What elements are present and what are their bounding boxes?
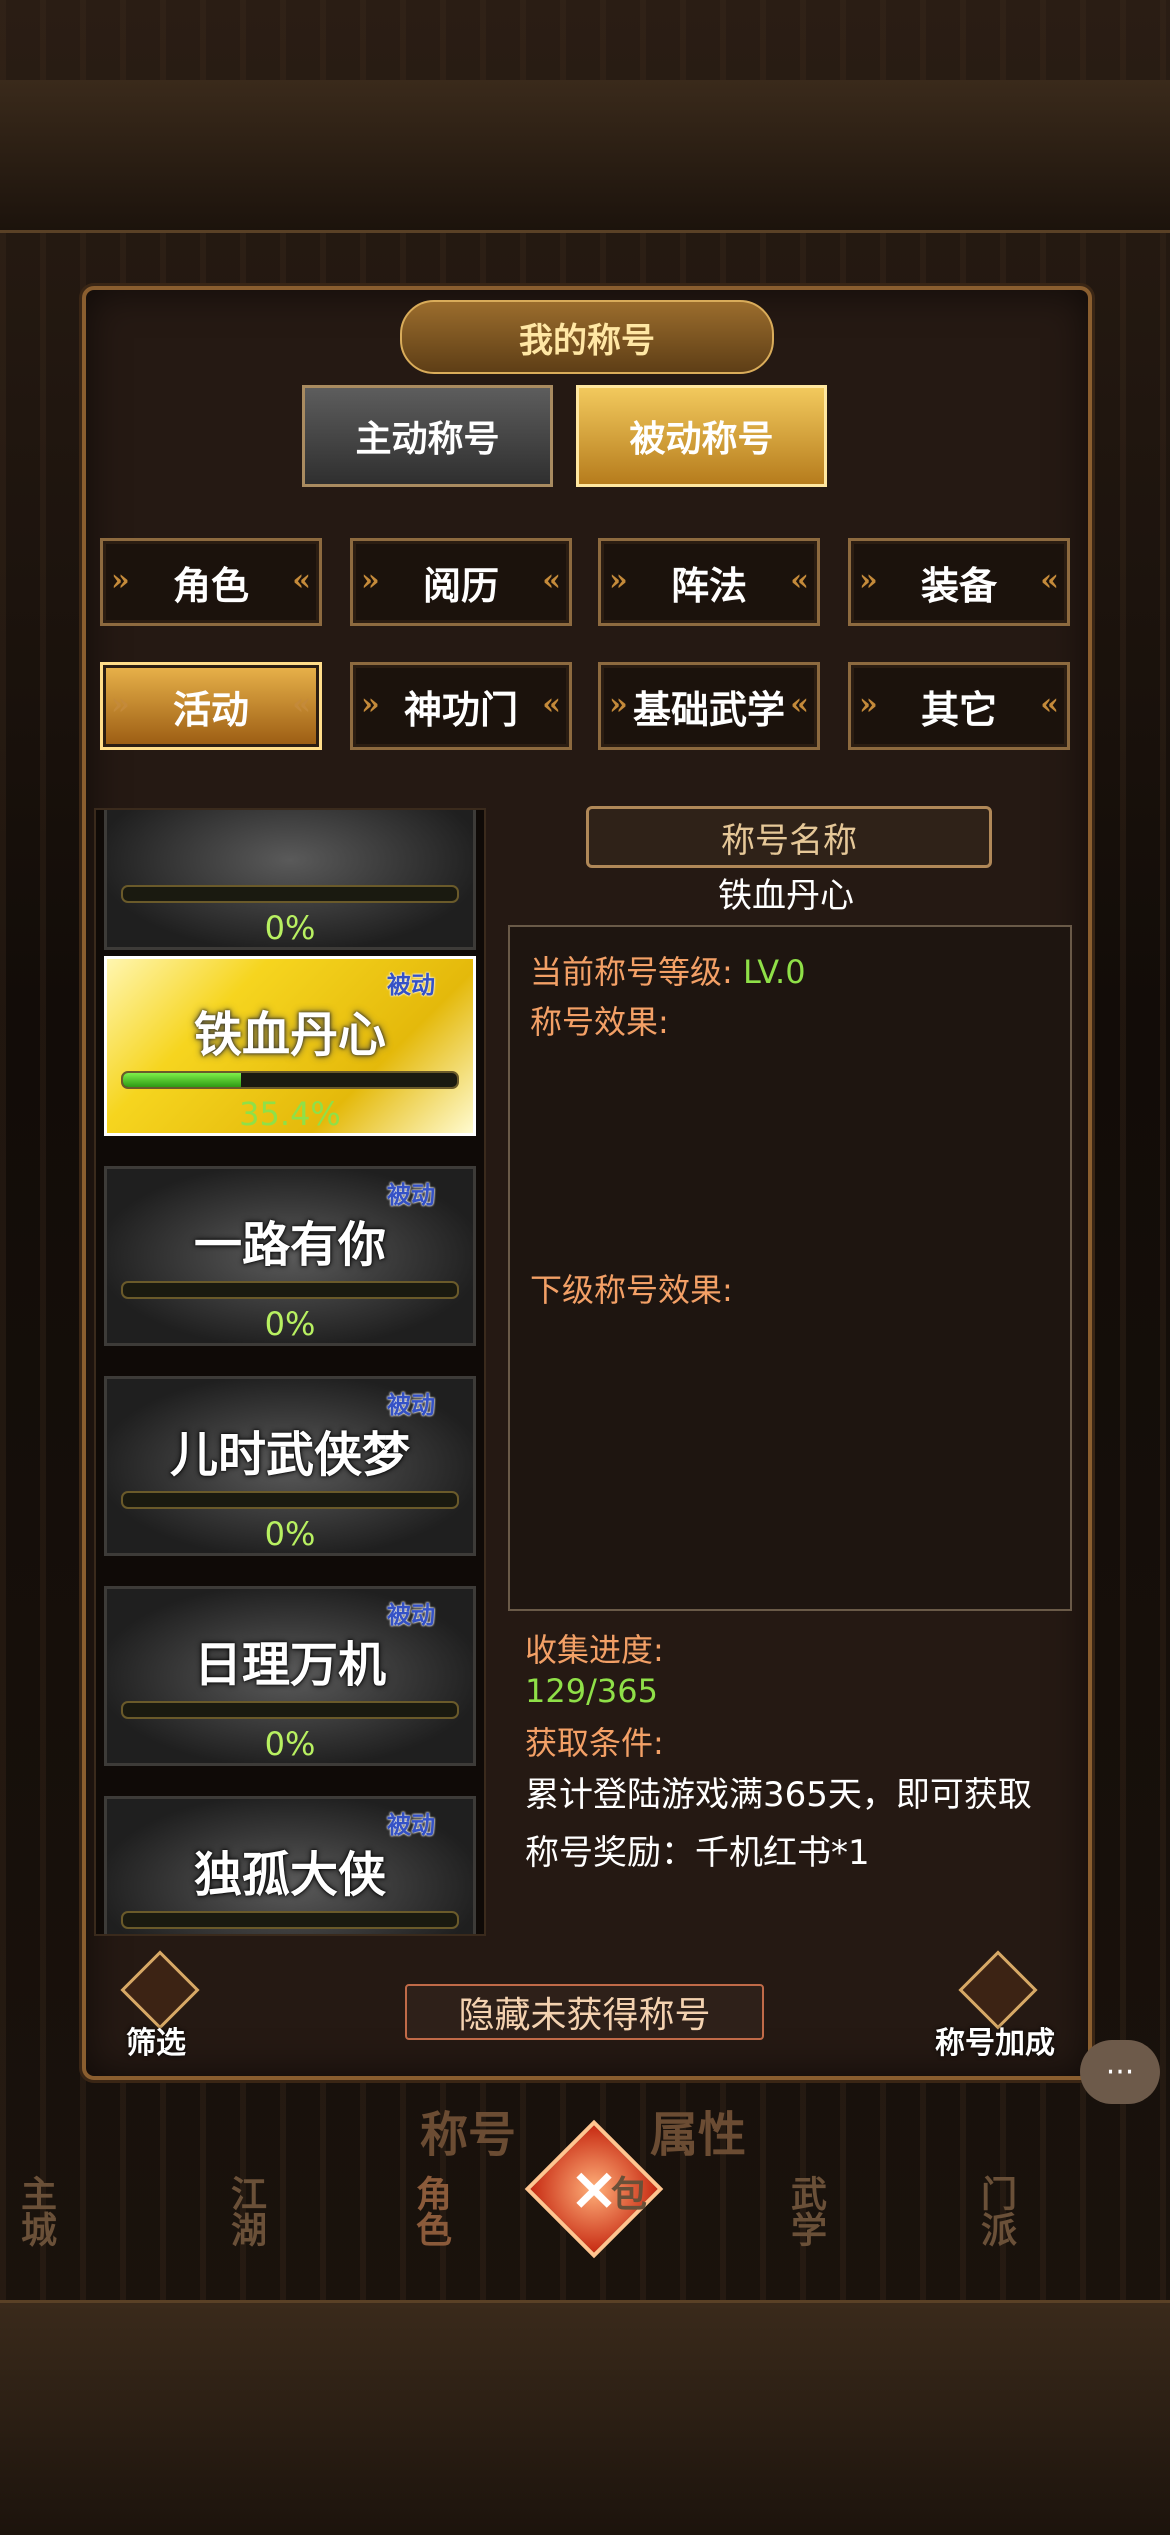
tab-passive-titles[interactable]: 被动称号 — [576, 385, 827, 487]
filter-label: 筛选 — [126, 2026, 186, 2061]
progress-percent: 35.4% — [239, 1095, 341, 1133]
progress-bar — [121, 1701, 459, 1719]
progress-percent: 0% — [264, 909, 316, 947]
category-other[interactable]: 其它 — [848, 662, 1070, 750]
title-detail-box: 当前称号等级: LV.0 称号效果: 下级称号效果: — [508, 925, 1072, 1611]
selected-title-name: 铁血丹心 — [718, 876, 854, 916]
progress-bar — [121, 1281, 459, 1299]
nav-item-main-city[interactable]: 主城 — [10, 2175, 62, 2247]
nav-item-role[interactable]: 角色 — [405, 2175, 457, 2247]
top-decor-band — [0, 80, 1170, 233]
item-name: 日理万机 — [193, 1637, 386, 1693]
filter-button[interactable]: 筛选 — [102, 1950, 210, 2062]
category-activity[interactable]: 活动 — [100, 662, 322, 750]
title-name-label: 称号名称 — [586, 806, 992, 868]
title-list[interactable]: 0% 被动 铁血丹心 35.4% 被动 一路有你 0% 被动 儿时武侠梦 0% … — [94, 808, 486, 1936]
category-equipment[interactable]: 装备 — [848, 538, 1070, 626]
collect-label: 收集进度: — [525, 1631, 664, 1669]
nav-item-sect[interactable]: 门派 — [970, 2175, 1022, 2247]
condition-text: 累计登陆游戏满365天，即可获取称号奖励：千机红书*1 — [525, 1775, 1032, 1873]
nav-tab-attributes[interactable]: 属性 — [650, 2095, 746, 2165]
list-item[interactable]: 被动 独孤大侠 — [104, 1796, 476, 1934]
progress-percent: 0% — [264, 1305, 316, 1343]
level-label: 当前称号等级: — [530, 953, 733, 991]
category-divine-skill[interactable]: 神功门 — [350, 662, 572, 750]
item-name: 独孤大侠 — [193, 1847, 386, 1903]
progress-bar — [121, 1491, 459, 1509]
category-role[interactable]: 角色 — [100, 538, 322, 626]
progress-bar — [121, 1911, 459, 1929]
effect-label: 称号效果: — [530, 1003, 669, 1041]
list-item-selected[interactable]: 被动 铁血丹心 35.4% — [104, 956, 476, 1136]
next-effect-label: 下级称号效果: — [530, 1271, 733, 1309]
item-name: 一路有你 — [193, 1217, 386, 1273]
progress-fill — [123, 1073, 242, 1087]
level-line: 当前称号等级: LV.0 — [530, 947, 806, 993]
nav-tab-title[interactable]: 称号 — [420, 2095, 516, 2165]
nav-item-bag[interactable]: 包 — [600, 2175, 652, 2211]
title-bonus-button[interactable]: 称号加成 — [930, 1950, 1060, 2062]
progress-bar — [121, 1071, 459, 1089]
item-name: 儿时武侠梦 — [169, 1427, 410, 1483]
category-formation[interactable]: 阵法 — [598, 538, 820, 626]
list-item[interactable]: 被动 儿时武侠梦 0% — [104, 1376, 476, 1556]
item-name: 铁血丹心 — [193, 1007, 386, 1063]
collect-value: 129/365 — [525, 1672, 658, 1710]
list-item[interactable]: 被动 日理万机 0% — [104, 1586, 476, 1766]
condition-label: 获取条件: — [525, 1724, 664, 1762]
category-basic-martial[interactable]: 基础武学 — [598, 662, 820, 750]
chat-icon[interactable]: ··· — [1080, 2040, 1160, 2104]
bonus-label: 称号加成 — [935, 2026, 1055, 2061]
bottom-decor-band — [0, 2300, 1170, 2535]
panel-title: 我的称号 — [400, 300, 774, 374]
hide-unobtained-button[interactable]: 隐藏未获得称号 — [405, 1984, 764, 2040]
list-item[interactable]: 0% — [104, 810, 476, 950]
category-experience[interactable]: 阅历 — [350, 538, 572, 626]
tab-active-titles[interactable]: 主动称号 — [302, 385, 553, 487]
nav-item-martial[interactable]: 武学 — [780, 2175, 832, 2247]
list-item[interactable]: 被动 一路有你 0% — [104, 1166, 476, 1346]
progress-bar — [121, 885, 459, 903]
level-value: LV.0 — [742, 953, 806, 991]
nav-item-jianghu[interactable]: 江湖 — [220, 2175, 272, 2247]
progress-percent: 0% — [264, 1725, 316, 1763]
progress-percent: 0% — [264, 1515, 316, 1553]
